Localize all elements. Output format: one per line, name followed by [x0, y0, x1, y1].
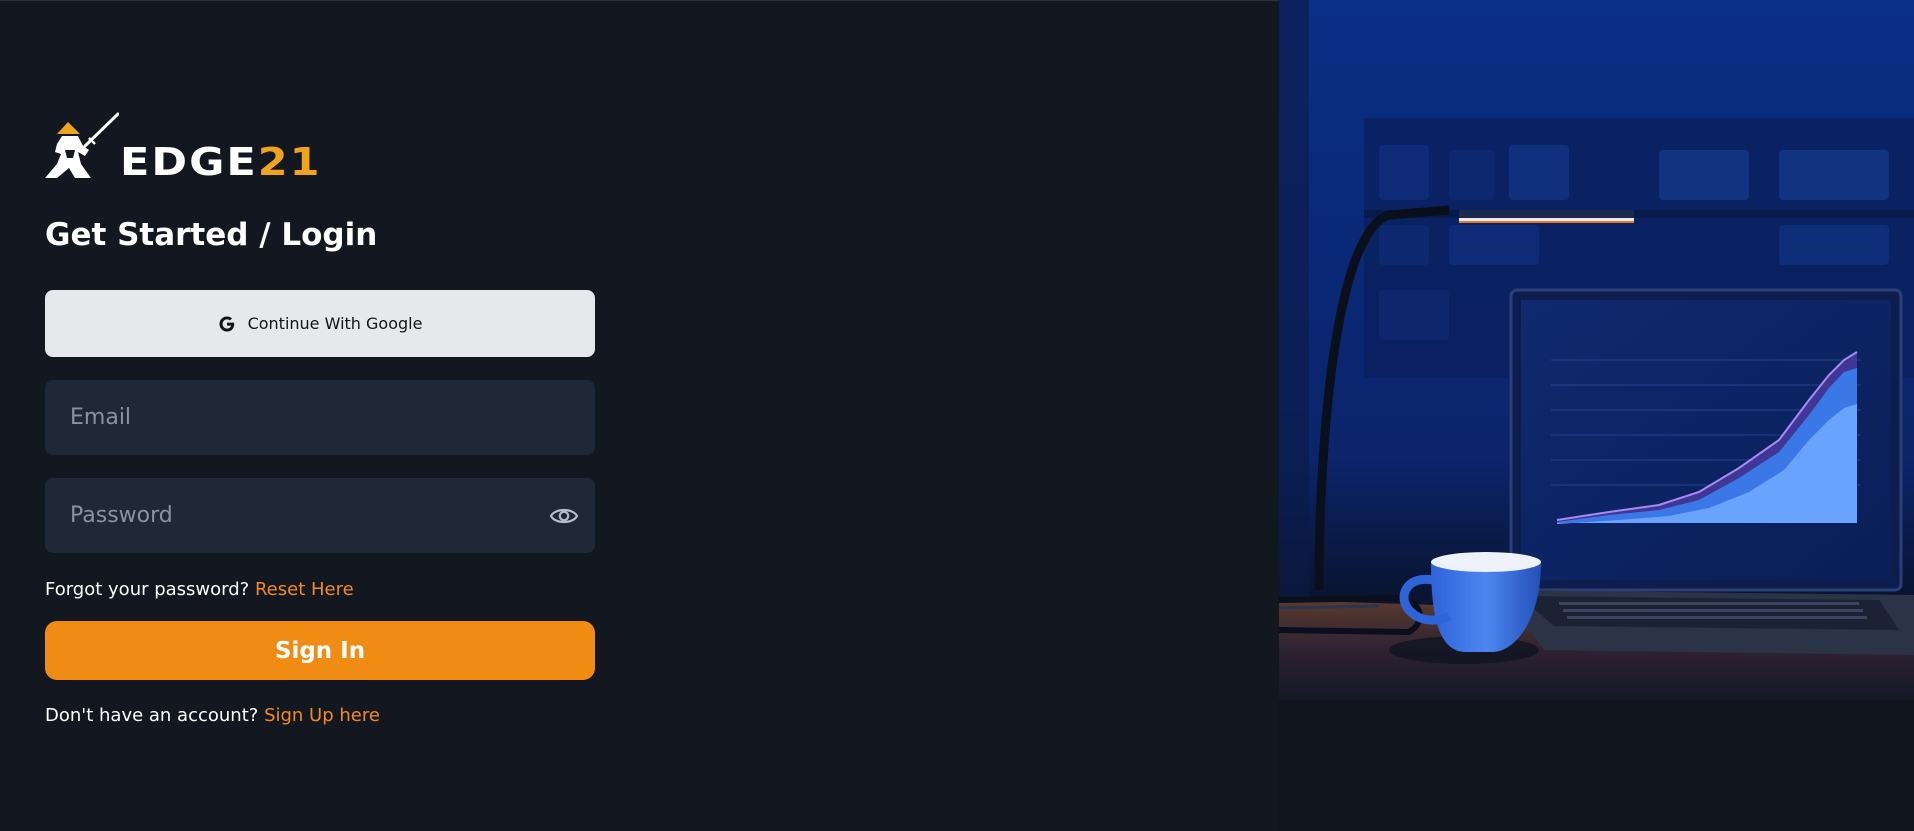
login-panel: EDGE21 Get Started / Login Continue With… — [45, 0, 595, 831]
reset-password-link[interactable]: Reset Here — [255, 579, 354, 600]
google-icon — [219, 316, 234, 331]
login-page: EDGE21 Get Started / Login Continue With… — [0, 0, 1914, 831]
hero-illustration — [1279, 0, 1914, 831]
sign-in-button[interactable]: Sign In — [45, 621, 595, 680]
sign-up-link[interactable]: Sign Up here — [264, 705, 380, 726]
samurai-logo-icon — [45, 112, 119, 178]
page-title: Get Started / Login — [45, 217, 378, 253]
email-input[interactable] — [45, 380, 595, 455]
password-input[interactable] — [45, 478, 595, 553]
brand-logo: EDGE21 — [45, 110, 322, 182]
hero-image — [1279, 0, 1914, 831]
eye-icon[interactable] — [549, 502, 579, 530]
forgot-password-row: Forgot your password? Reset Here — [45, 578, 354, 602]
google-button-label: Continue With Google — [247, 314, 423, 333]
brand-wordmark: EDGE21 — [120, 143, 322, 182]
signup-row: Don't have an account? Sign Up here — [45, 704, 380, 728]
brand-number: 21 — [257, 139, 322, 185]
brand-name: EDGE — [120, 139, 258, 185]
forgot-password-text: Forgot your password? — [45, 579, 250, 600]
continue-with-google-button[interactable]: Continue With Google — [45, 290, 595, 357]
no-account-text: Don't have an account? — [45, 705, 259, 726]
password-field-container — [45, 478, 595, 553]
email-field-container — [45, 380, 595, 455]
